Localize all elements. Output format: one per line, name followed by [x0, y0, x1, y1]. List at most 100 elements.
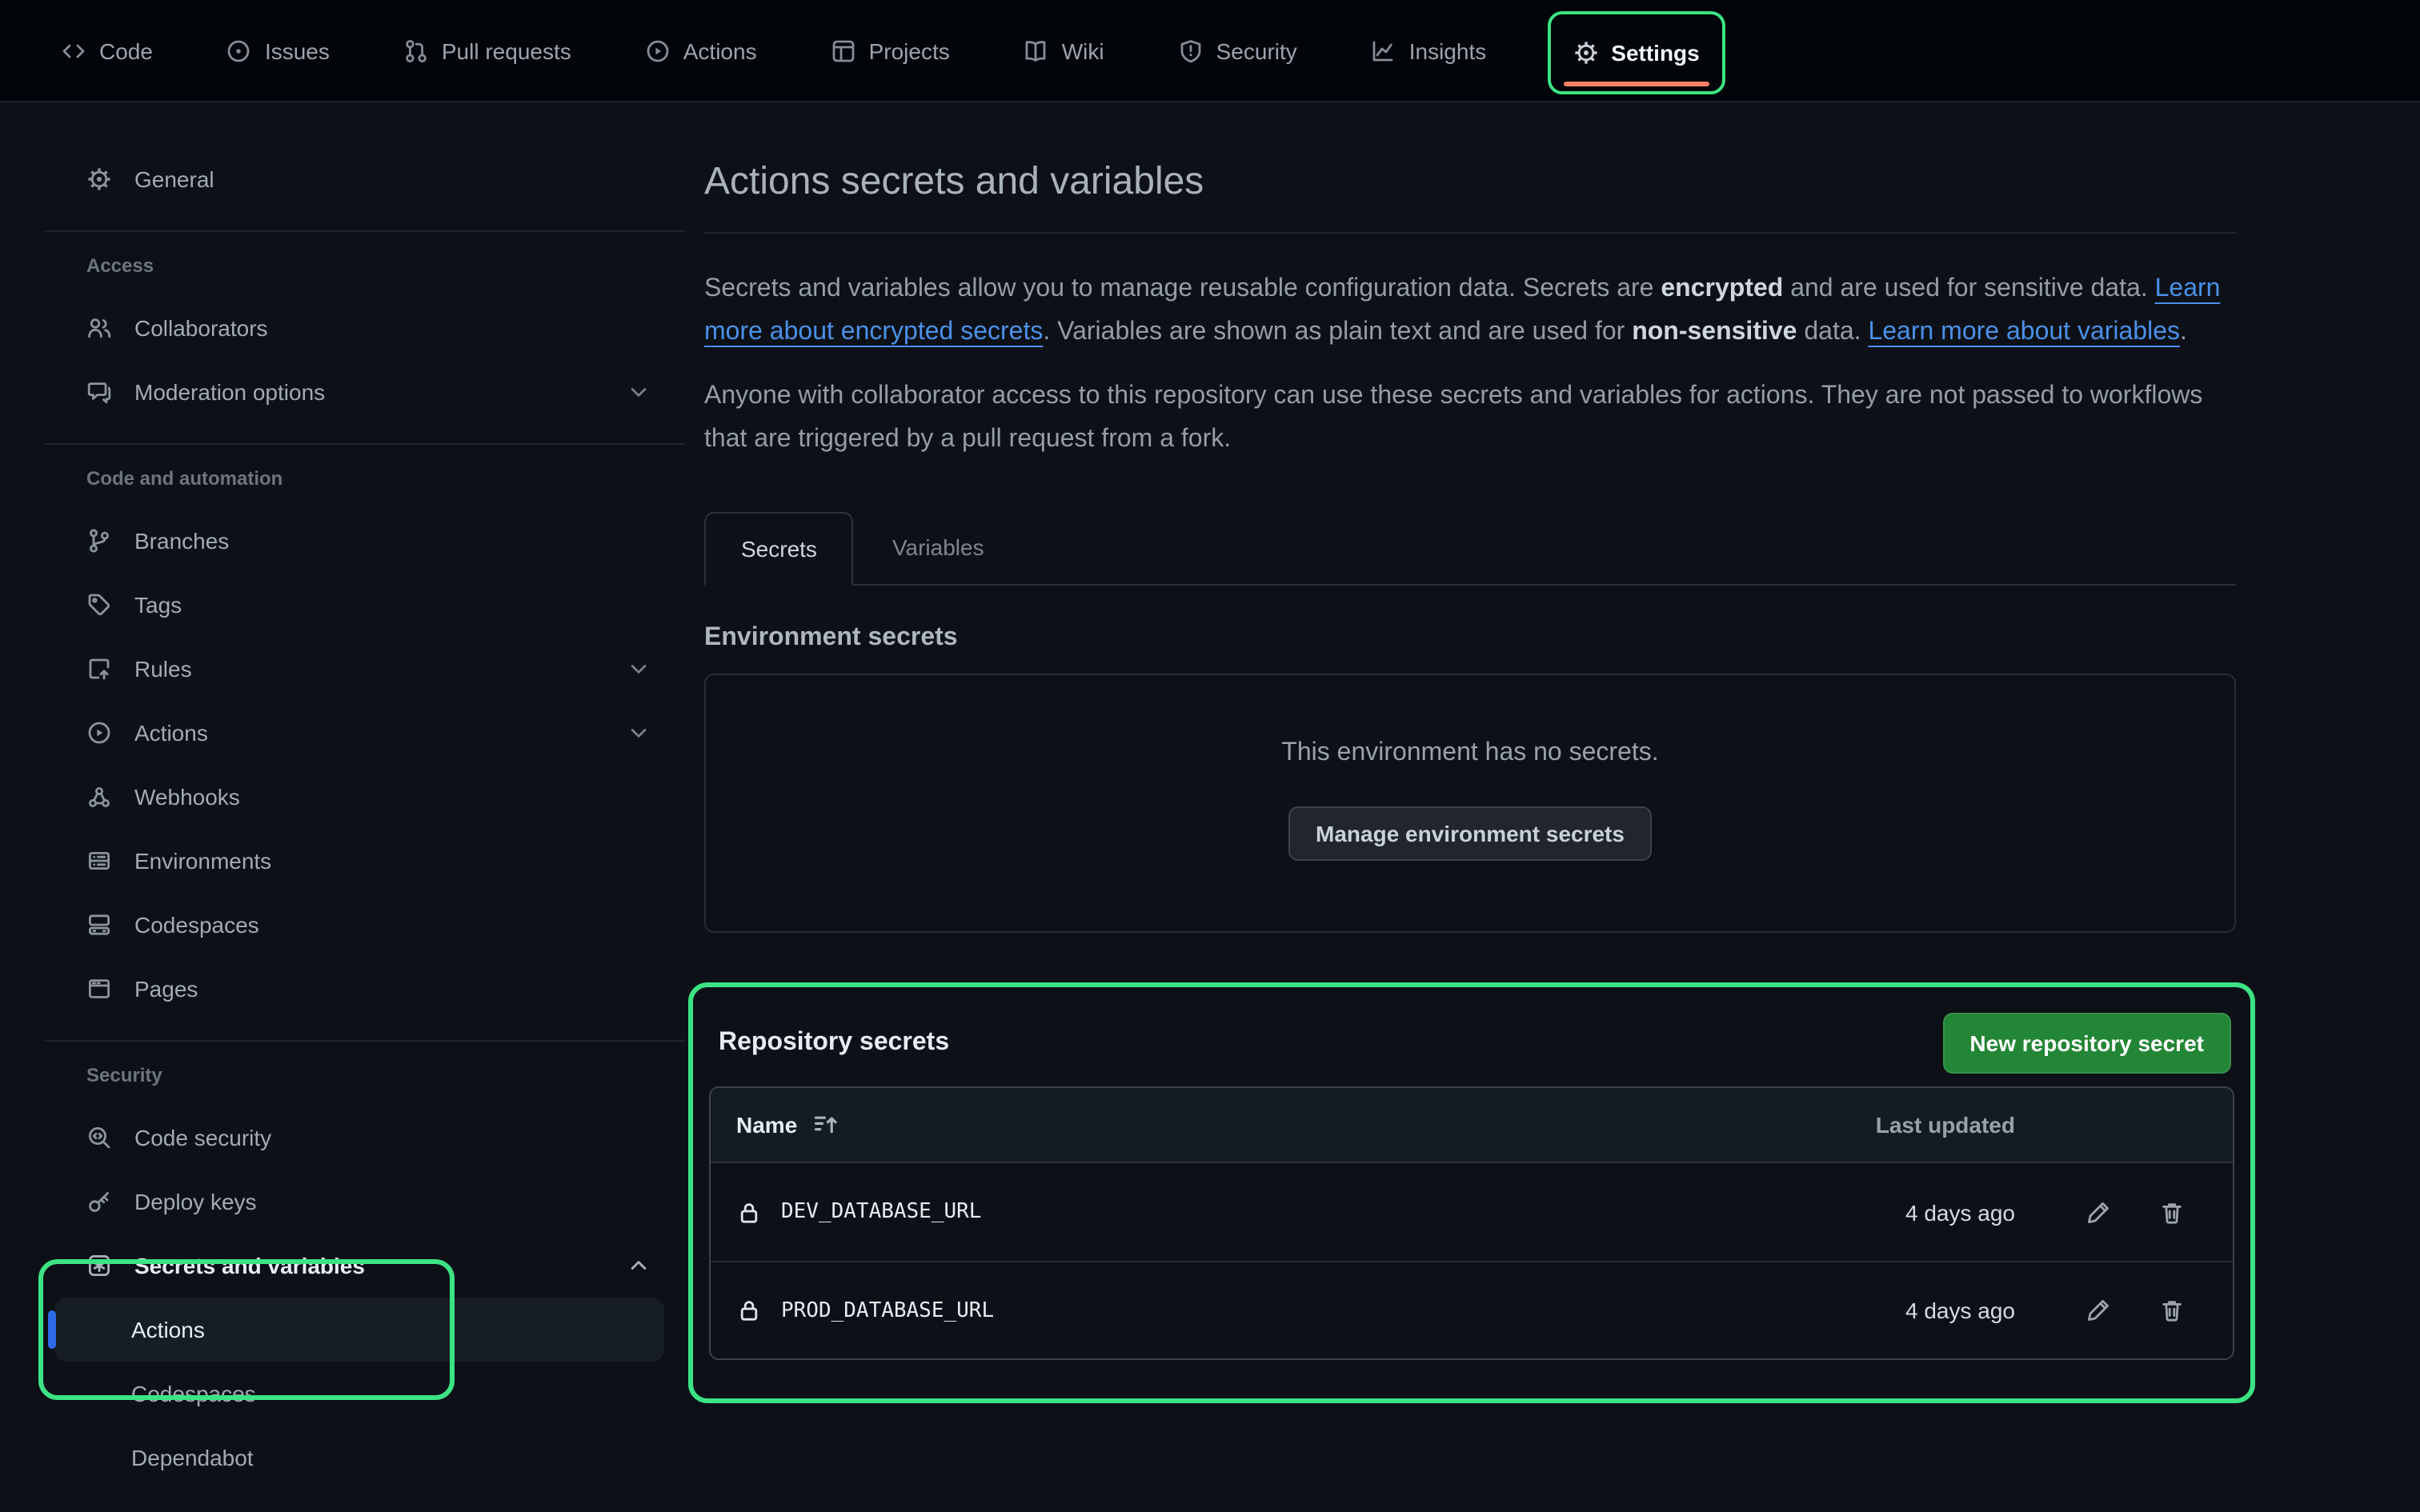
- rules-icon: [86, 656, 112, 682]
- sidebar-item-label: Environments: [134, 848, 271, 874]
- trash-icon: [2159, 1199, 2185, 1225]
- browser-icon: [86, 976, 112, 1002]
- nav-tab-projects[interactable]: Projects: [818, 0, 963, 102]
- sidebar-item-codespaces[interactable]: Codespaces: [42, 893, 688, 957]
- edit-secret-button[interactable]: [2085, 1199, 2111, 1225]
- sidebar-item-pages[interactable]: Pages: [42, 957, 688, 1021]
- repo-tab-nav: Code Issues Pull requests Actions Projec…: [0, 0, 2420, 102]
- sidebar-item-code-security[interactable]: Code security: [42, 1106, 688, 1170]
- title-divider: [704, 232, 2236, 234]
- manage-environment-secrets-button[interactable]: Manage environment secrets: [1288, 806, 1652, 861]
- chevron-down-icon: [627, 381, 650, 403]
- tag-icon: [86, 592, 112, 618]
- description-text: Secrets and variables allow you to manag…: [704, 275, 1661, 302]
- delete-secret-button[interactable]: [2159, 1298, 2185, 1323]
- code-scan-icon: [86, 1125, 112, 1150]
- nav-tab-code[interactable]: Code: [48, 0, 166, 102]
- sidebar-section-access: Access: [42, 251, 688, 280]
- active-tab-underline: [1563, 81, 1709, 86]
- nav-tab-label: Issues: [265, 38, 330, 63]
- nav-tab-security[interactable]: Security: [1165, 0, 1310, 102]
- edit-secret-button[interactable]: [2085, 1298, 2111, 1323]
- sidebar-item-label: Deploy keys: [134, 1189, 257, 1214]
- nav-tab-label: Settings: [1611, 39, 1699, 65]
- sidebar-divider: [45, 443, 685, 445]
- description-text: and are used for sensitive data.: [1783, 275, 2154, 302]
- sidebar-item-moderation-options[interactable]: Moderation options: [42, 360, 688, 424]
- tab-variables[interactable]: Variables: [854, 510, 1023, 584]
- repository-secrets-heading: Repository secrets: [719, 1029, 949, 1058]
- sidebar-item-environments[interactable]: Environments: [42, 829, 688, 893]
- description-text: data.: [1797, 318, 1868, 345]
- secret-last-updated: 4 days ago: [1759, 1298, 2015, 1323]
- nav-tab-insights[interactable]: Insights: [1358, 0, 1500, 102]
- column-header-name[interactable]: Name: [736, 1112, 1759, 1138]
- codespaces-icon: [86, 912, 112, 938]
- page-title: Actions secrets and variables: [704, 160, 2236, 205]
- column-header-label: Name: [736, 1112, 797, 1138]
- nav-tab-label: Security: [1216, 38, 1297, 63]
- nav-tab-label: Insights: [1409, 38, 1487, 63]
- people-icon: [86, 315, 112, 341]
- sidebar-item-actions[interactable]: Actions: [42, 701, 688, 765]
- sidebar-subitem-codespaces[interactable]: Codespaces: [42, 1362, 688, 1426]
- nav-tab-label: Projects: [869, 38, 950, 63]
- environment-secrets-empty-state: This environment has no secrets. Manage …: [704, 674, 2236, 933]
- sidebar-item-label: Pages: [134, 976, 198, 1002]
- environment-secrets-heading: Environment secrets: [704, 624, 2236, 653]
- key-icon: [86, 1189, 112, 1214]
- link-learn-more-variables[interactable]: Learn more about variables: [1868, 318, 2180, 345]
- new-repository-secret-button[interactable]: New repository secret: [1942, 1013, 2231, 1074]
- sidebar-item-label: Tags: [134, 592, 182, 618]
- sidebar-item-secrets-and-variables[interactable]: Secrets and variables: [42, 1234, 688, 1298]
- sidebar-item-label: Moderation options: [134, 379, 325, 405]
- sidebar-item-branches[interactable]: Branches: [42, 509, 688, 573]
- trash-icon: [2159, 1298, 2185, 1323]
- nav-tab-issues[interactable]: Issues: [214, 0, 343, 102]
- sidebar-subitem-actions-active[interactable]: Actions: [54, 1298, 664, 1362]
- sidebar-item-webhooks[interactable]: Webhooks: [42, 765, 688, 829]
- sidebar-subitem-dependabot[interactable]: Dependabot: [42, 1426, 688, 1490]
- sidebar-item-label: Codespaces: [131, 1381, 256, 1406]
- nav-tab-label: Wiki: [1062, 38, 1104, 63]
- pencil-icon: [2085, 1199, 2111, 1225]
- sidebar-item-deploy-keys[interactable]: Deploy keys: [42, 1170, 688, 1234]
- code-icon: [61, 38, 86, 63]
- nav-tab-settings-active[interactable]: Settings: [1547, 10, 1725, 94]
- nav-tab-pull-requests[interactable]: Pull requests: [391, 0, 584, 102]
- description-paragraph: Secrets and variables allow you to manag…: [704, 269, 2236, 354]
- chevron-down-icon: [627, 722, 650, 744]
- book-icon: [1024, 38, 1049, 63]
- tab-secrets-active[interactable]: Secrets: [704, 512, 854, 586]
- nav-tab-label: Actions: [683, 38, 757, 63]
- server-icon: [86, 848, 112, 874]
- sidebar-item-collaborators[interactable]: Collaborators: [42, 296, 688, 360]
- issue-opened-icon: [226, 38, 252, 63]
- sidebar-item-label: Webhooks: [134, 784, 240, 810]
- lock-icon: [736, 1298, 762, 1323]
- sort-ascending-icon: [813, 1112, 839, 1138]
- collaborator-access-note: Anyone with collaborator access to this …: [704, 376, 2236, 461]
- play-circle-icon: [86, 720, 112, 746]
- shield-icon: [1178, 38, 1204, 63]
- lock-icon: [736, 1199, 762, 1225]
- secret-name: PROD_DATABASE_URL: [781, 1298, 994, 1322]
- sidebar-item-label: Actions: [134, 720, 208, 746]
- secret-name-cell: DEV_DATABASE_URL: [736, 1199, 1759, 1225]
- sidebar-item-label: Actions: [131, 1317, 205, 1342]
- repository-secrets-header-row: Repository secrets New repository secret: [709, 1010, 2234, 1077]
- table-header-row: Name Last updated: [711, 1088, 2233, 1163]
- description-text: . Variables are shown as plain text and …: [1043, 318, 1632, 345]
- settings-sidebar: General Access Collaborators Moderation …: [0, 102, 688, 1512]
- nav-tab-label: Pull requests: [442, 38, 571, 63]
- git-branch-icon: [86, 528, 112, 554]
- webhook-icon: [86, 784, 112, 810]
- sidebar-item-general[interactable]: General: [42, 147, 688, 211]
- nav-tab-wiki[interactable]: Wiki: [1011, 0, 1117, 102]
- sidebar-item-tags[interactable]: Tags: [42, 573, 688, 637]
- nav-tab-actions[interactable]: Actions: [632, 0, 770, 102]
- description-text: .: [2180, 318, 2187, 345]
- settings-content: Actions secrets and variables Secrets an…: [688, 102, 2420, 1512]
- delete-secret-button[interactable]: [2159, 1199, 2185, 1225]
- sidebar-item-rules[interactable]: Rules: [42, 637, 688, 701]
